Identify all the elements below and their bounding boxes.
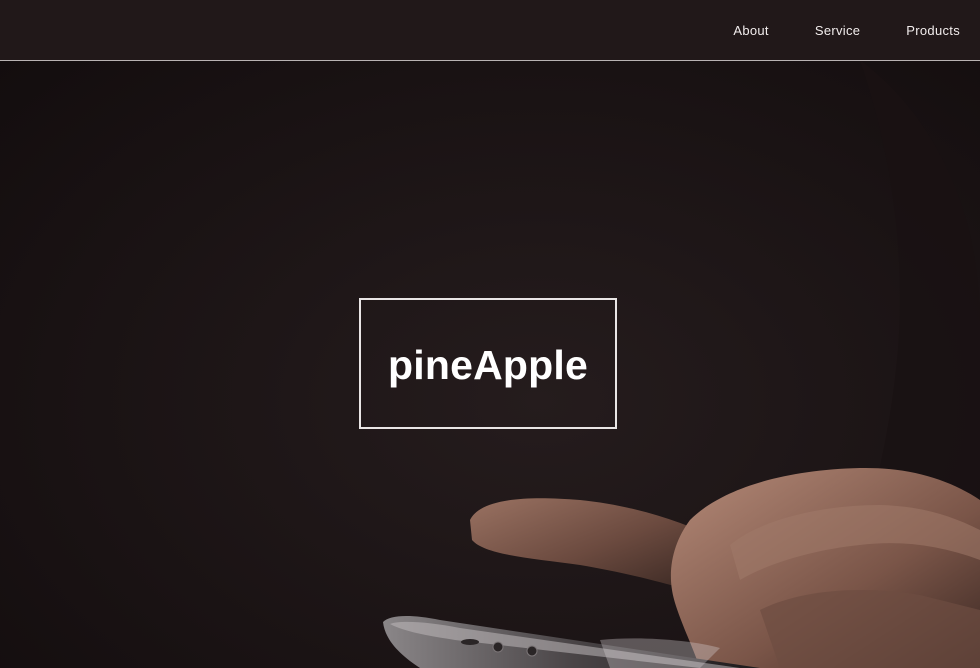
top-navigation-bar: About Service Products: [0, 0, 980, 61]
nav-link-service[interactable]: Service: [815, 23, 860, 38]
nav-link-about[interactable]: About: [733, 23, 768, 38]
main-nav: About Service Products: [733, 0, 960, 60]
landing-page: About Service Products pineApple: [0, 0, 980, 668]
nav-link-products[interactable]: Products: [906, 23, 960, 38]
brand-logo-box[interactable]: pineApple: [359, 298, 617, 429]
brand-title: pineApple: [388, 342, 588, 388]
